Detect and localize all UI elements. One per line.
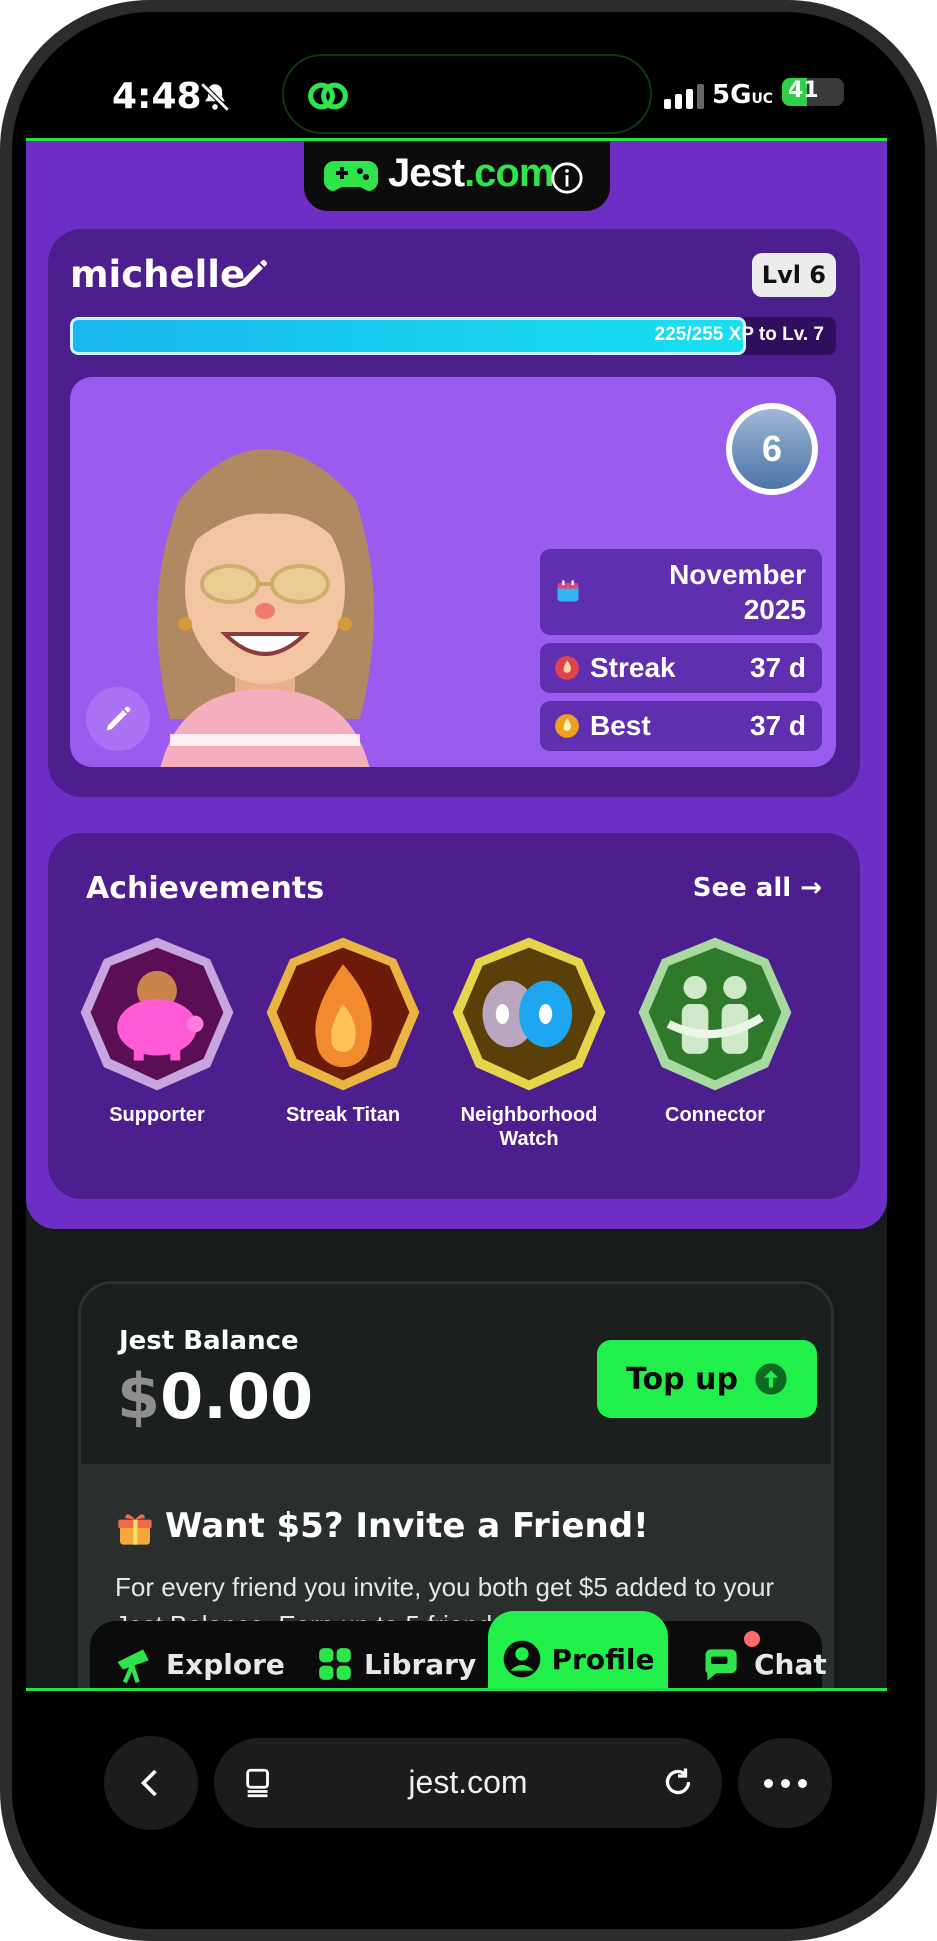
achievement-badge[interactable]: Streak Titan: [258, 931, 428, 1127]
best-label: Best: [590, 710, 651, 741]
nav-library[interactable]: Library: [316, 1621, 476, 1690]
web-content[interactable]: Jest.com michelle Lvl 6 225/255 XP to Lv…: [26, 138, 887, 1690]
xp-progress-bar: 225/255 XP to Lv. 7: [70, 317, 836, 355]
level-badge: Lvl 6: [751, 253, 836, 297]
more-options-button[interactable]: [738, 1738, 832, 1828]
balance-amount: $0.00: [117, 1360, 314, 1433]
bottom-nav: Explore Library Profile Chat: [90, 1611, 827, 1690]
chevron-left-icon: [140, 1769, 157, 1797]
level-circle: 6: [726, 403, 818, 495]
address-bar[interactable]: jest.com: [214, 1738, 722, 1828]
site-logo[interactable]: Jest.com: [388, 151, 554, 196]
achievement-name: Streak Titan: [285, 1104, 401, 1126]
streak-stat: Streak 37 d: [540, 643, 822, 693]
flame-icon: [266, 937, 420, 1091]
arrow-up-circle-icon: [755, 1363, 787, 1395]
url-text: jest.com: [408, 1764, 528, 1800]
gamepad-icon: [324, 161, 378, 191]
back-button[interactable]: [104, 1736, 198, 1830]
xp-progress-fill: [70, 317, 746, 355]
pencil-icon: [106, 706, 131, 731]
nav-profile[interactable]: Profile: [488, 1611, 668, 1690]
chat-icon: [705, 1649, 737, 1681]
achievement-name: Connector: [665, 1104, 765, 1126]
join-date-stat: November 2025: [540, 549, 822, 635]
bell-off-icon: [200, 82, 230, 112]
achievement-name: Neighborhood Watch: [460, 1104, 598, 1150]
xp-label: 225/255 XP to Lv. 7: [654, 324, 824, 345]
web-bottom-border: [26, 1688, 887, 1691]
profile-section: Jest.com michelle Lvl 6 225/255 XP to Lv…: [26, 141, 887, 1229]
achievement-badge[interactable]: Neighborhood Watch: [444, 931, 614, 1151]
username: michelle: [70, 253, 246, 296]
piggy-bank-icon: [80, 937, 234, 1091]
streak-label: Streak: [590, 652, 676, 683]
battery-icon: 41: [782, 78, 844, 106]
avatar: [157, 449, 374, 767]
achievement-badge[interactable]: Supporter: [72, 931, 242, 1127]
status-time: 4:48: [112, 76, 202, 117]
network-type: 5GUC: [712, 80, 774, 110]
edit-name-icon[interactable]: [236, 257, 270, 291]
battery-percent: 41: [788, 78, 819, 103]
edit-avatar-button[interactable]: [86, 687, 150, 751]
flame-icon: [555, 656, 579, 680]
trophy-flame-icon: [555, 714, 579, 738]
avatar-panel: 6 November 2025 Streak 37 d Best 37 d: [70, 377, 836, 767]
see-all-link[interactable]: See all →: [693, 873, 822, 903]
achievement-badge[interactable]: Connector: [630, 931, 800, 1127]
link-icon: [308, 82, 348, 110]
top-up-button[interactable]: Top up: [597, 1340, 817, 1418]
invite-title: Want $5? Invite a Friend!: [115, 1506, 649, 1548]
eyes-icon: [452, 937, 606, 1091]
nav-explore[interactable]: Explore: [112, 1621, 285, 1690]
achievements-card: Achievements See all → Supporter Streak …: [48, 833, 860, 1199]
best-value: 37 d: [749, 710, 806, 741]
people-icon: [638, 937, 792, 1091]
info-icon[interactable]: [550, 161, 584, 195]
achievements-title: Achievements: [86, 871, 325, 906]
dynamic-island: [282, 54, 652, 134]
telescope-icon: [117, 1649, 149, 1684]
gift-icon: [118, 1513, 152, 1545]
join-year: 2025: [743, 594, 806, 625]
site-header[interactable]: Jest.com: [304, 141, 610, 211]
calendar-icon: [557, 580, 579, 602]
best-stat: Best 37 d: [540, 701, 822, 751]
profile-card: michelle Lvl 6 225/255 XP to Lv. 7 6 Nov…: [48, 229, 860, 797]
signal-icon: [664, 84, 704, 109]
grid-icon: [319, 1648, 351, 1680]
user-circle-icon: [503, 1640, 540, 1678]
nav-chat[interactable]: Chat: [700, 1621, 827, 1690]
reload-icon[interactable]: [660, 1764, 696, 1800]
balance-label: Jest Balance: [119, 1326, 299, 1356]
chat-notification-dot: [744, 1631, 760, 1647]
achievement-name: Supporter: [109, 1104, 205, 1126]
streak-value: 37 d: [749, 652, 806, 683]
join-month: November: [669, 559, 806, 590]
